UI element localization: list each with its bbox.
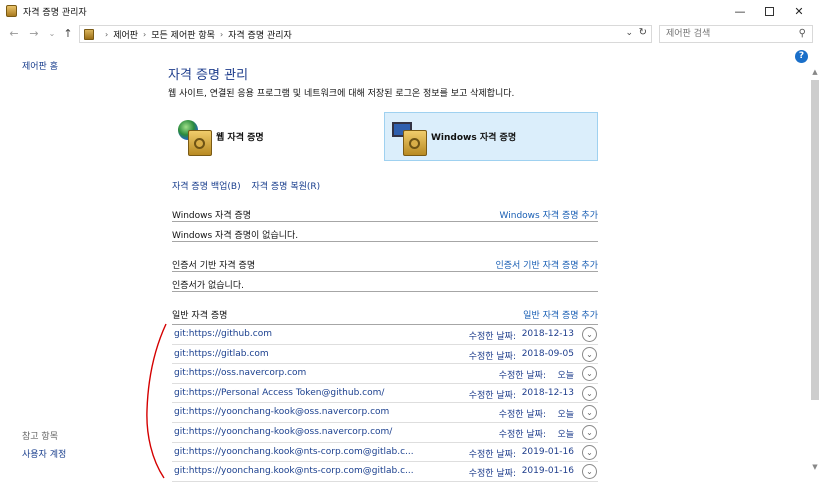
expand-chevron-icon[interactable]: ⌄ [582,346,597,362]
search-input[interactable] [666,26,794,42]
windows-credentials-label: Windows 자격 증명 [431,133,517,143]
credential-name: git:https://yoonchang.kook@nts-corp.com@… [174,466,414,477]
expand-chevron-icon[interactable]: ⌄ [582,405,597,421]
expand-chevron-icon[interactable]: ⌄ [582,385,597,401]
modified-date-value: 2018-12-13 [521,329,574,339]
modified-date-label: 수정한 날짜: [498,371,546,382]
breadcrumb-all-items[interactable]: 모든 제어판 항목 [151,28,215,41]
maximize-icon [764,6,774,16]
modified-date-value: 2018-12-13 [521,387,574,398]
expand-chevron-icon[interactable]: ⌄ [582,366,597,382]
add-certificate-credential-link[interactable]: 인증서 기반 자격 증명 추가 [495,258,598,271]
credential-row[interactable]: git:https://gitlab.com 수정한 날짜: 2018-09-05 ⌄ [172,345,598,365]
modified-date-value: 2019-01-16 [521,446,574,457]
expand-chevron-icon[interactable]: ⌄ [582,327,597,342]
windows-credentials-icon [391,116,429,158]
modified-date-value: 2018-09-05 [521,348,574,359]
red-annotation-bracket [146,323,167,479]
modified-date-label: 수정한 날짜: [468,469,516,480]
credential-row[interactable]: git:https://Personal Access Token@github… [172,384,598,404]
maximize-button[interactable] [754,0,784,22]
modified-date-value: 2019-01-16 [521,466,574,477]
credential-name: git:https://yoonchang-kook@oss.navercorp… [174,426,393,437]
web-credentials-label: 웹 자격 증명 [216,133,264,143]
generic-credentials-section-header: 일반 자격 증명 일반 자격 증명 추가 [172,308,598,325]
modified-date-value: 오늘 [557,429,574,440]
generic-credentials-list: git:https://github.com 수정한 날짜: 2018-12-13 ⌄… [172,325,598,482]
search-box[interactable]: ⚲ [659,25,813,43]
certificate-credentials-heading: 인증서 기반 자격 증명 [172,261,256,271]
navigation-bar: ← → ⌄ ↑ › 제어판 › 모든 제어판 항목 › 자격 증명 관리자 ⌄ … [0,22,820,46]
back-arrow-icon[interactable]: ← [6,25,22,41]
modified-date-label: 수정한 날짜: [498,429,546,440]
restore-credentials-link[interactable]: 자격 증명 복원(R) [251,182,320,192]
user-accounts-link[interactable]: 사용자 계정 [22,447,66,460]
modified-date-label: 수정한 날짜: [498,410,546,421]
up-arrow-icon[interactable]: ↑ [60,25,76,41]
certificate-credentials-section-header: 인증서 기반 자격 증명 인증서 기반 자격 증명 추가 [172,258,598,272]
refresh-icon[interactable]: ↻ [639,27,647,38]
credential-row[interactable]: git:https://yoonchang-kook@oss.navercorp… [172,423,598,443]
address-bar[interactable]: › 제어판 › 모든 제어판 항목 › 자격 증명 관리자 ⌄ ↻ [79,25,652,43]
close-button[interactable]: ✕ [784,0,814,22]
credential-row[interactable]: git:https://yoonchang.kook@nts-corp.com@… [172,443,598,463]
control-panel-home-link[interactable]: 제어판 홈 [22,59,58,72]
expand-chevron-icon[interactable]: ⌄ [582,464,597,480]
windows-credentials-section-header: Windows 자격 증명 Windows 자격 증명 추가 [172,208,598,222]
address-dropdown-chevron-icon[interactable]: ⌄ [625,28,633,38]
breadcrumb-separator-icon: › [219,29,224,39]
backup-restore-links: 자격 증명 백업(B) 자격 증명 복원(R) [172,179,328,192]
generic-credentials-heading: 일반 자격 증명 [172,311,228,321]
credential-name: git:https://oss.navercorp.com [174,368,307,379]
modified-date-label: 수정한 날짜: [468,390,516,401]
modified-date-value: 오늘 [557,371,574,382]
scroll-up-arrow-icon[interactable]: ▲ [810,68,820,78]
help-icon[interactable]: ? [795,50,808,63]
credential-name: git:https://github.com [174,329,272,339]
breadcrumb-separator-icon: › [143,29,147,39]
page-description: 웹 사이트, 연결된 응용 프로그램 및 네트워크에 대해 저장된 로그온 정보… [168,89,515,99]
page-title: 자격 증명 관리 [168,68,249,83]
modified-date-label: 수정한 날짜: [468,449,516,460]
credential-name: git:https://Personal Access Token@github… [174,387,385,398]
scroll-down-arrow-icon[interactable]: ▼ [810,463,820,473]
credential-row[interactable]: git:https://oss.navercorp.com 수정한 날짜: 오늘 ⌄ [172,364,598,384]
credential-name: git:https://yoonchang.kook@nts-corp.com@… [174,446,414,457]
add-generic-credential-link[interactable]: 일반 자격 증명 추가 [523,308,598,321]
search-icon[interactable]: ⚲ [799,28,806,39]
title-bar: 자격 증명 관리자 — ✕ [0,0,820,22]
windows-credentials-empty: Windows 자격 증명이 없습니다. [172,224,598,242]
credential-name: git:https://gitlab.com [174,348,269,359]
credential-name: git:https://yoonchang-kook@oss.navercorp… [174,407,390,418]
minimize-button[interactable]: — [725,0,755,22]
credential-manager-icon [6,5,17,17]
modified-date-value: 오늘 [557,410,574,421]
window-title: 자격 증명 관리자 [23,8,87,18]
modified-date-label: 수정한 날짜: [468,332,516,342]
backup-credentials-link[interactable]: 자격 증명 백업(B) [172,182,241,192]
control-panel-icon [84,28,94,40]
credential-row[interactable]: git:https://github.com 수정한 날짜: 2018-12-13 ⌄ [172,325,598,345]
breadcrumb-control-panel[interactable]: 제어판 [113,28,138,41]
recent-locations-chevron-icon[interactable]: ⌄ [44,25,60,41]
certificate-credentials-empty: 인증서가 없습니다. [172,274,598,292]
modified-date-label: 수정한 날짜: [468,351,516,362]
web-credentials-tile[interactable]: 웹 자격 증명 [170,112,384,161]
see-also-label: 참고 항목 [22,432,58,442]
windows-credentials-heading: Windows 자격 증명 [172,211,252,221]
breadcrumb-separator-icon: › [105,29,109,39]
forward-arrow-icon[interactable]: → [26,25,42,41]
credential-row[interactable]: git:https://yoonchang-kook@oss.navercorp… [172,403,598,423]
web-credentials-icon [176,116,214,158]
scrollbar-thumb[interactable] [811,80,819,400]
breadcrumb-credential-manager[interactable]: 자격 증명 관리자 [228,28,292,41]
windows-credentials-tile[interactable]: Windows 자격 증명 [384,112,598,161]
expand-chevron-icon[interactable]: ⌄ [582,444,597,460]
expand-chevron-icon[interactable]: ⌄ [582,424,597,440]
add-windows-credential-link[interactable]: Windows 자격 증명 추가 [500,208,598,221]
